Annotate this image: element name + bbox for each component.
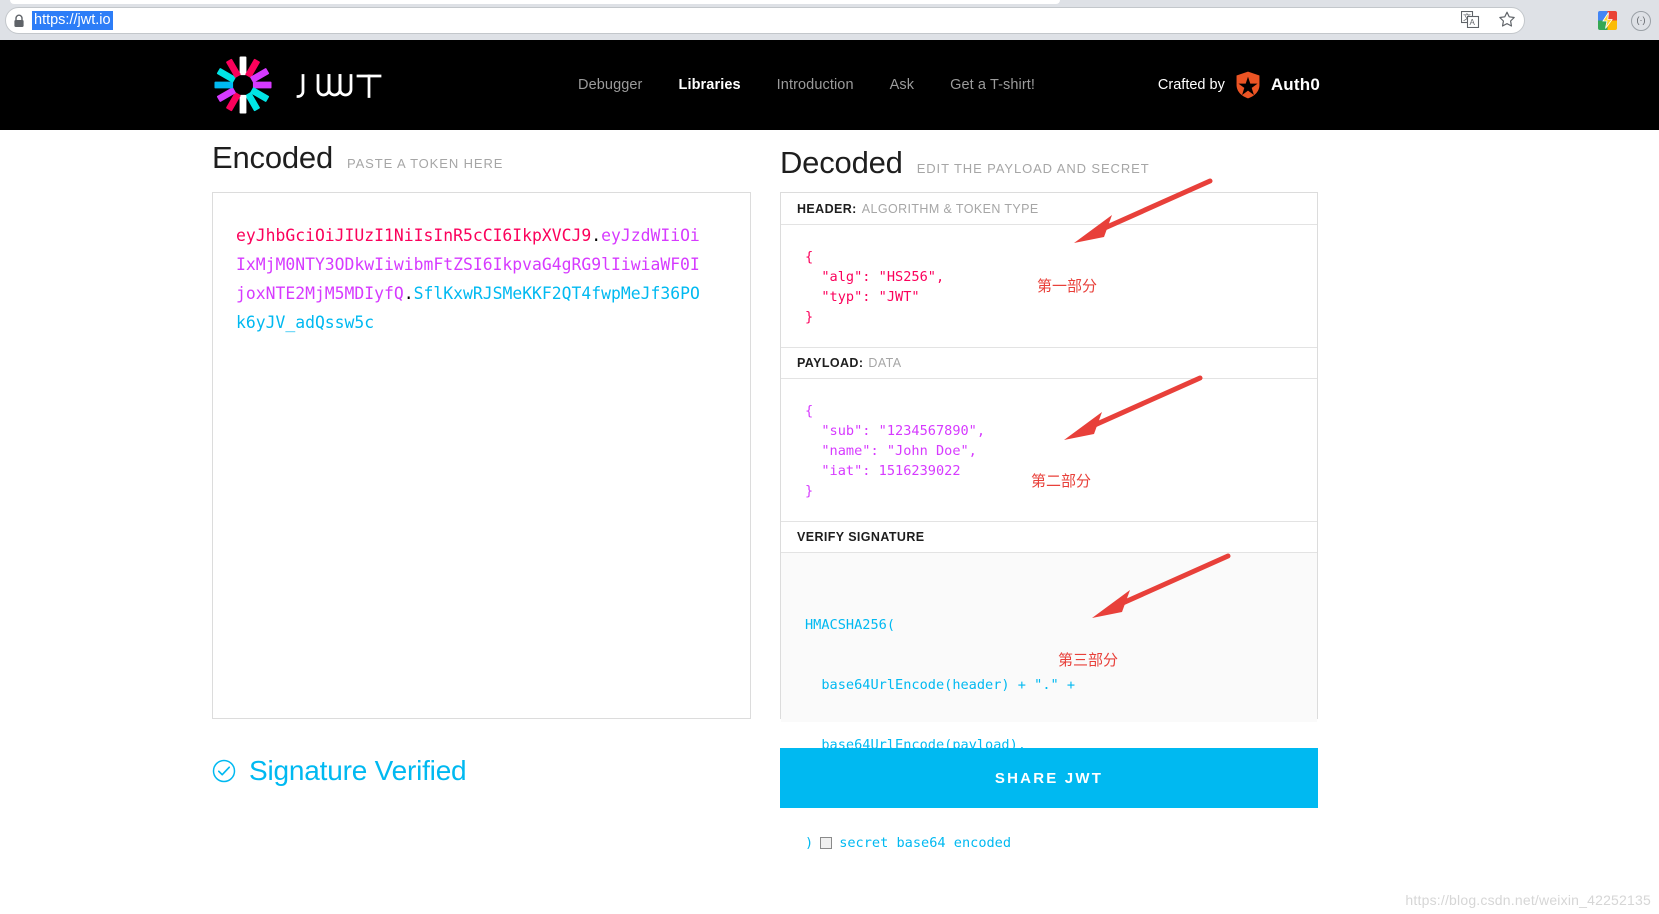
svg-text:A: A [1470, 18, 1476, 27]
active-tab[interactable] [10, 0, 1060, 4]
site-header: Debugger Libraries Introduction Ask Get … [0, 40, 1659, 130]
signature-status-text: Signature Verified [249, 755, 467, 786]
annotation-label-3: 第三部分 [1058, 651, 1119, 669]
base64-toggle-row: ) secret base64 encoded [805, 833, 1299, 853]
secret-base64-label: secret base64 encoded [839, 835, 1012, 851]
main-navigation: Debugger Libraries Introduction Ask Get … [560, 40, 1053, 130]
decoded-subtitle: EDIT THE PAYLOAD AND SECRET [916, 161, 1150, 176]
decoded-panels: HEADER: ALGORITHM & TOKEN TYPE { "alg": … [780, 192, 1318, 851]
url-input[interactable]: https://jwt.io [32, 11, 113, 30]
crafted-by-auth0[interactable]: Crafted by Auth0 [1158, 40, 1320, 130]
nav-item-get-a-tshirt[interactable]: Get a T-shirt! [932, 77, 1053, 93]
decoded-heading: Decoded EDIT THE PAYLOAD AND SECRET [780, 145, 1150, 181]
signature-panel-label-strong: VERIFY SIGNATURE [797, 530, 925, 544]
nav-item-introduction[interactable]: Introduction [759, 77, 872, 93]
extension-icon[interactable] [1598, 11, 1617, 30]
lock-icon [6, 7, 32, 34]
watermark: https://blog.csdn.net/weixin_42252135 [1405, 892, 1651, 908]
nav-item-libraries[interactable]: Libraries [661, 77, 759, 93]
sig-line-2: base64UrlEncode(header) + "." + [805, 677, 1076, 693]
encoded-token-text[interactable]: eyJhbGciOiJIUzI1NiIsInR5cCI6IkpXVCJ9.eyJ… [236, 221, 701, 337]
signature-editor: HMACSHA256( base64UrlEncode(header) + ".… [781, 553, 1317, 851]
signature-panel-label: VERIFY SIGNATURE [781, 521, 1317, 553]
payload-json-editor[interactable]: { "sub": "1234567890", "name": "John Doe… [781, 379, 1317, 521]
address-bar[interactable]: https://jwt.io 文 A [5, 7, 1525, 34]
check-circle-icon [212, 759, 236, 783]
closing-paren: ) [805, 835, 814, 851]
header-panel-label-strong: HEADER: [797, 201, 857, 216]
browser-chrome: https://jwt.io 文 A [0, 0, 1659, 40]
token-header-segment: eyJhbGciOiJIUzI1NiIsInR5cCI6IkpXVCJ9 [236, 226, 592, 245]
share-jwt-button[interactable]: SHARE JWT [780, 748, 1318, 808]
jwt-wordmark [292, 62, 407, 108]
encoded-token-box[interactable]: eyJhbGciOiJIUzI1NiIsInR5cCI6IkpXVCJ9.eyJ… [212, 192, 751, 719]
nav-item-ask[interactable]: Ask [872, 77, 932, 93]
annotation-label-2: 第二部分 [1031, 472, 1092, 490]
payload-panel-label: PAYLOAD: DATA [781, 347, 1317, 379]
header-panel-label-light: ALGORITHM & TOKEN TYPE [861, 201, 1039, 216]
tab-strip [0, 0, 1659, 5]
signature-status: Signature Verified [212, 755, 467, 787]
profile-icon[interactable]: (·) [1631, 10, 1651, 31]
auth0-name: Auth0 [1270, 75, 1320, 94]
decoded-title: Decoded [780, 145, 903, 180]
jwt-starburst-logo-icon [212, 52, 274, 118]
sig-line-1: HMACSHA256( [805, 617, 896, 633]
token-dot-2: . [403, 284, 414, 303]
token-dot-1: . [591, 226, 602, 245]
bookmark-star-icon[interactable] [1498, 11, 1516, 33]
payload-panel-label-strong: PAYLOAD: [797, 356, 864, 370]
encoded-title: Encoded [212, 140, 333, 175]
browser-extensions: (·) [1598, 8, 1651, 33]
header-panel-label: HEADER: ALGORITHM & TOKEN TYPE [781, 193, 1317, 225]
translate-icon[interactable]: 文 A [1460, 10, 1480, 33]
encoded-subtitle: PASTE A TOKEN HERE [346, 156, 504, 171]
auth0-shield-icon [1235, 71, 1261, 99]
crafted-by-label: Crafted by [1157, 77, 1225, 93]
annotation-label-1: 第一部分 [1037, 277, 1098, 295]
nav-item-debugger[interactable]: Debugger [560, 77, 661, 93]
payload-panel-label-light: DATA [868, 356, 902, 370]
secret-base64-checkbox[interactable] [820, 837, 833, 849]
omnibox-actions: 文 A [1460, 8, 1516, 35]
brand-logo[interactable] [212, 52, 407, 118]
page-content: Encoded PASTE A TOKEN HERE eyJhbGciOiJIU… [0, 130, 1659, 914]
encoded-heading: Encoded PASTE A TOKEN HERE [212, 140, 503, 176]
